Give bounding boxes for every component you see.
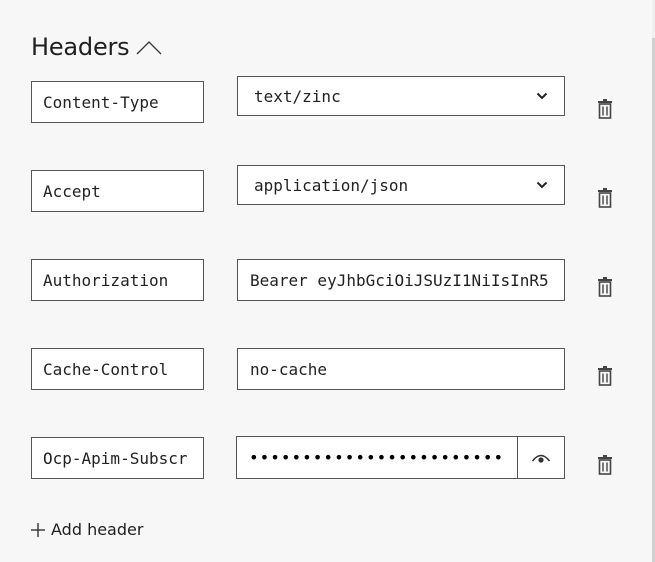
header-value-select[interactable]: application/json xyxy=(237,165,565,205)
headers-section-toggle[interactable]: Headers xyxy=(31,33,162,61)
header-row: text/zinc xyxy=(31,76,631,126)
header-row xyxy=(31,348,631,398)
add-header-button[interactable]: Add header xyxy=(30,520,143,539)
header-secret-input[interactable] xyxy=(237,437,517,478)
header-name-input[interactable] xyxy=(31,259,204,301)
trash-icon[interactable] xyxy=(597,188,613,208)
trash-icon[interactable] xyxy=(597,455,613,475)
header-row xyxy=(31,259,631,309)
trash-icon[interactable] xyxy=(597,99,613,119)
add-header-label: Add header xyxy=(51,520,144,539)
chevron-down-icon xyxy=(536,181,548,189)
header-value-input[interactable] xyxy=(237,348,565,390)
header-row: application/json xyxy=(31,165,631,215)
header-name-input[interactable] xyxy=(31,170,204,212)
chevron-down-icon xyxy=(536,92,548,100)
chevron-up-icon xyxy=(136,41,161,55)
trash-icon[interactable] xyxy=(597,277,613,297)
select-value: text/zinc xyxy=(254,86,341,106)
select-value: application/json xyxy=(254,175,409,195)
plus-icon xyxy=(31,522,45,537)
header-value-input[interactable] xyxy=(237,259,565,301)
eye-icon xyxy=(531,454,551,463)
header-name-input[interactable] xyxy=(31,437,204,479)
section-title: Headers xyxy=(31,33,130,61)
header-name-input[interactable] xyxy=(31,81,204,123)
header-secret-field xyxy=(236,436,565,479)
header-name-input[interactable] xyxy=(31,348,204,390)
reveal-secret-button[interactable] xyxy=(517,437,564,478)
trash-icon[interactable] xyxy=(597,366,613,386)
header-value-select[interactable]: text/zinc xyxy=(237,76,565,116)
header-row xyxy=(31,436,631,486)
